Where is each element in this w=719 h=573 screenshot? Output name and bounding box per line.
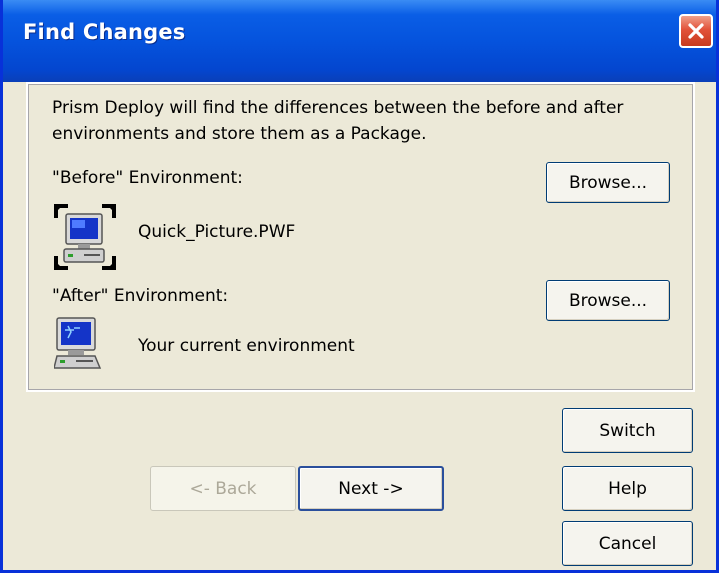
close-button[interactable] xyxy=(679,14,713,48)
back-button[interactable]: <- Back xyxy=(150,466,296,511)
package-computer-icon xyxy=(54,204,116,270)
help-button[interactable]: Help xyxy=(562,466,693,511)
window-title: Find Changes xyxy=(23,20,186,44)
close-icon xyxy=(688,23,704,39)
before-environment-label: "Before" Environment: xyxy=(52,168,243,188)
intro-line-1: Prism Deploy will find the differences b… xyxy=(52,98,624,118)
title-bar[interactable]: Find Changes xyxy=(3,0,716,82)
after-current-environment: Your current environment xyxy=(138,336,355,356)
before-browse-button[interactable]: Browse... xyxy=(546,162,670,203)
find-changes-dialog: Find Changes Prism Deploy will find the … xyxy=(0,0,719,573)
after-environment-label: "After" Environment: xyxy=(52,286,229,306)
computer-icon xyxy=(53,316,102,372)
next-button[interactable]: Next -> xyxy=(298,466,444,511)
after-browse-button[interactable]: Browse... xyxy=(546,280,670,321)
cancel-button[interactable]: Cancel xyxy=(562,521,693,566)
before-file-name: Quick_Picture.PWF xyxy=(138,222,296,242)
switch-button[interactable]: Switch xyxy=(562,408,693,453)
intro-line-2: environments and store them as a Package… xyxy=(52,124,427,144)
environments-panel: Prism Deploy will find the differences b… xyxy=(26,82,695,392)
